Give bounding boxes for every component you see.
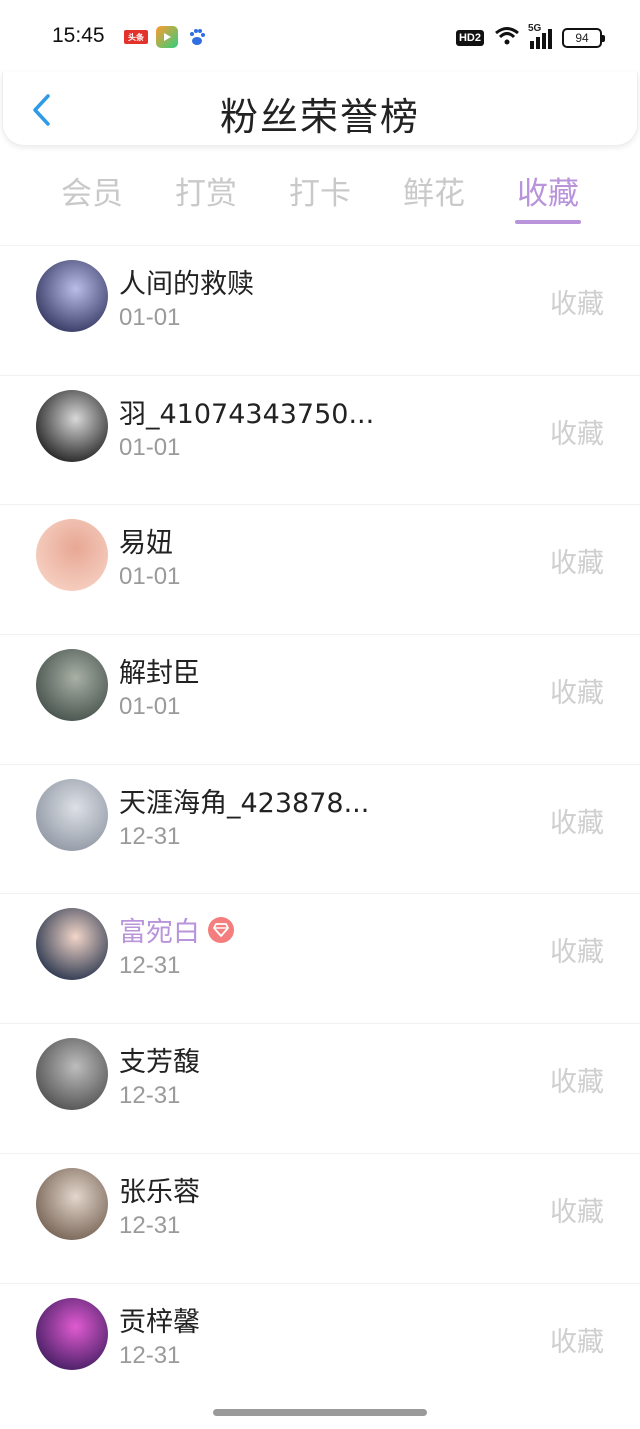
avatar[interactable] <box>36 389 108 462</box>
tab-label: 会员 <box>61 176 123 212</box>
fan-date: 12-31 <box>119 1211 181 1239</box>
nickname-text: 天涯海角_423878... <box>119 787 370 819</box>
tab-label: 打卡 <box>289 176 351 212</box>
fan-date: 01-01 <box>119 433 181 461</box>
diamond-icon <box>208 916 234 943</box>
avatar[interactable] <box>36 1297 108 1370</box>
fan-date: 12-31 <box>119 952 181 980</box>
fan-nickname: 易妞 <box>119 521 173 560</box>
battery-level: 94 <box>575 31 589 45</box>
list-item[interactable]: 人间的救赎 01-01 收藏 <box>0 245 640 375</box>
nickname-text: 支芳馥 <box>119 1047 200 1079</box>
fan-nickname: 人间的救赎 <box>119 262 254 301</box>
list-item[interactable]: 富宛白 12-31 收藏 <box>0 893 640 1023</box>
video-app-icon <box>156 26 178 48</box>
list-item[interactable]: 天涯海角_423878... 12-31 收藏 <box>0 763 640 894</box>
baidu-icon <box>186 26 208 48</box>
action-label: 收藏 <box>550 1196 604 1228</box>
tab-label: 收藏 <box>517 176 579 212</box>
fan-date: 12-31 <box>119 822 181 850</box>
status-right: HD2 5G 94 <box>455 23 605 50</box>
action-label: 收藏 <box>550 807 604 839</box>
battery-indicator: 94 <box>562 28 605 48</box>
avatar[interactable] <box>36 1038 108 1111</box>
action-label: 收藏 <box>550 548 604 580</box>
page-title: 粉丝荣誉榜 <box>219 95 420 139</box>
wifi-icon <box>494 26 520 50</box>
action-label: 收藏 <box>550 937 604 969</box>
avatar[interactable] <box>36 908 108 981</box>
nickname-text: 解封臣 <box>119 658 200 690</box>
fan-nickname: 解封臣 <box>119 651 200 690</box>
nickname-text: 贡梓馨 <box>119 1306 200 1338</box>
fan-nickname: 张乐蓉 <box>119 1170 200 1209</box>
tab-label: 打赏 <box>175 176 237 212</box>
action-label: 收藏 <box>550 289 604 320</box>
list-item[interactable]: 张乐蓉 12-31 收藏 <box>0 1152 640 1283</box>
tab-favorites[interactable]: 收藏 <box>491 160 605 226</box>
tab-member[interactable]: 会员 <box>35 160 149 226</box>
cellular-signal-icon: 5G <box>528 23 552 49</box>
toutiao-icon: 头条 <box>124 30 148 44</box>
fan-nickname: 贡梓馨 <box>119 1300 200 1339</box>
tab-label: 鲜花 <box>403 176 465 212</box>
hd-badge: HD2 <box>455 30 484 46</box>
list-item[interactable]: 羽_41074343750... 01-01 收藏 <box>0 374 640 505</box>
active-tab-indicator <box>515 220 581 224</box>
avatar[interactable] <box>36 260 108 332</box>
nickname-text: 富宛白 <box>119 917 200 949</box>
list-item[interactable]: 支芳馥 12-31 收藏 <box>0 1023 640 1153</box>
notification-icons: 头条 <box>124 26 208 48</box>
fan-date: 01-01 <box>119 693 181 721</box>
list-item[interactable]: 贡梓馨 12-31 收藏 <box>0 1282 640 1413</box>
action-label: 收藏 <box>550 418 604 450</box>
fan-date: 01-01 <box>119 304 181 331</box>
fan-date: 12-31 <box>119 1082 181 1110</box>
fan-date: 12-31 <box>119 1341 181 1369</box>
avatar[interactable] <box>36 1167 108 1240</box>
status-bar: 15:45 头条 HD2 5G 94 <box>0 0 640 72</box>
list-item[interactable]: 解封臣 01-01 收藏 <box>0 634 640 764</box>
fan-date: 01-01 <box>119 563 181 591</box>
network-type-label: 5G <box>528 23 542 34</box>
tab-bar: 会员 打赏 打卡 鲜花 收藏 <box>35 160 605 226</box>
avatar[interactable] <box>36 649 108 722</box>
tab-flowers[interactable]: 鲜花 <box>377 160 491 226</box>
tab-reward[interactable]: 打赏 <box>149 160 263 226</box>
home-indicator[interactable] <box>213 1409 427 1416</box>
avatar[interactable] <box>36 778 108 851</box>
action-label: 收藏 <box>550 1067 604 1099</box>
status-time: 15:45 <box>52 24 105 47</box>
nickname-text: 张乐蓉 <box>119 1176 200 1208</box>
fan-list: 人间的救赎 01-01 收藏 羽_41074343750... 01-01 收藏… <box>0 245 640 1412</box>
header-bar: 粉丝荣誉榜 <box>2 72 638 146</box>
avatar[interactable] <box>36 519 108 592</box>
action-label: 收藏 <box>550 1326 604 1358</box>
action-label: 收藏 <box>550 678 604 710</box>
fan-nickname: 富宛白 <box>119 910 234 949</box>
fan-nickname: 天涯海角_423878... <box>119 781 369 820</box>
nickname-text: 人间的救赎 <box>119 269 254 300</box>
nickname-text: 易妞 <box>119 528 173 560</box>
fan-nickname: 支芳馥 <box>119 1040 200 1079</box>
fan-nickname: 羽_41074343750... <box>119 392 374 431</box>
nickname-text: 羽_41074343750... <box>119 398 375 430</box>
tab-checkin[interactable]: 打卡 <box>263 160 377 226</box>
list-item[interactable]: 易妞 01-01 收藏 <box>0 504 640 634</box>
